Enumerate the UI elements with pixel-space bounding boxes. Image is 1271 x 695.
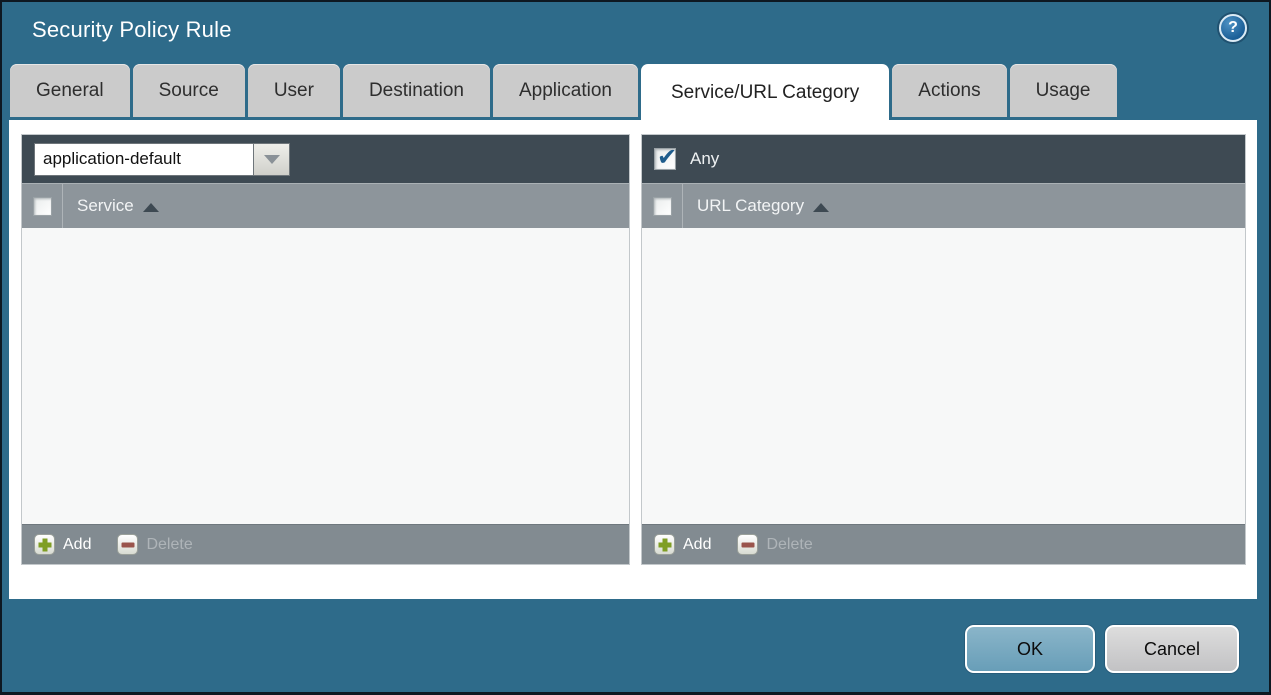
tab-bar: General Source User Destination Application S… [10, 64, 1269, 121]
url-category-delete-button[interactable]: Delete [737, 534, 813, 555]
tab-actions[interactable]: Actions [892, 64, 1007, 117]
service-panel-topbar: application-default [22, 135, 629, 183]
service-delete-label: Delete [146, 535, 193, 553]
dialog-content: application-default Service Add Delete ✔… [9, 120, 1257, 599]
url-category-add-button[interactable]: Add [654, 534, 711, 555]
tab-usage[interactable]: Usage [1009, 64, 1117, 117]
sort-ascending-icon [142, 202, 159, 212]
tab-application[interactable]: Application [493, 64, 638, 117]
dialog-titlebar: Security Policy Rule ? [2, 2, 1269, 62]
service-type-dropdown[interactable]: application-default [34, 142, 290, 176]
tab-source[interactable]: Source [132, 64, 245, 117]
service-select-all-checkbox[interactable] [32, 196, 52, 216]
service-column-label-text: Service [77, 196, 134, 215]
any-checkbox-label[interactable]: Any [690, 149, 719, 169]
chevron-down-icon [263, 154, 280, 164]
url-category-toolbar: Add Delete [642, 524, 1245, 564]
minus-icon [737, 534, 759, 555]
service-type-dropdown-value[interactable]: application-default [34, 142, 254, 176]
url-category-select-all-cell [642, 184, 683, 228]
help-icon[interactable]: ? [1219, 14, 1247, 42]
service-panel: application-default Service Add Delete [21, 134, 630, 565]
service-delete-button[interactable]: Delete [117, 534, 193, 555]
service-add-button[interactable]: Add [34, 534, 91, 555]
url-category-add-label: Add [683, 535, 712, 553]
service-add-label: Add [63, 535, 92, 553]
service-column-header: Service [22, 183, 629, 228]
dialog-title: Security Policy Rule [32, 17, 232, 42]
service-column-label[interactable]: Service [77, 196, 159, 216]
url-category-panel: Any URL Category Add Delete [641, 134, 1246, 565]
service-select-all-cell [22, 184, 63, 228]
url-category-column-label-text: URL Category [697, 196, 805, 215]
sort-ascending-icon [813, 202, 830, 212]
url-category-list-body[interactable] [642, 228, 1245, 524]
url-category-delete-label: Delete [766, 535, 813, 553]
url-category-column-header: URL Category [642, 183, 1245, 228]
minus-icon [117, 534, 139, 555]
service-toolbar: Add Delete [22, 524, 629, 564]
security-policy-rule-dialog: Security Policy Rule ? General Source User… [0, 0, 1271, 695]
plus-icon [34, 534, 55, 555]
url-category-panel-topbar: Any [642, 135, 1245, 183]
service-type-dropdown-button[interactable] [254, 142, 290, 176]
any-checkbox[interactable] [654, 143, 677, 172]
url-category-select-all-checkbox[interactable] [652, 196, 672, 216]
cancel-button[interactable]: Cancel [1105, 625, 1239, 673]
ok-button[interactable]: OK [965, 625, 1095, 673]
tab-destination[interactable]: Destination [342, 64, 490, 117]
plus-icon [654, 534, 675, 555]
url-category-column-label[interactable]: URL Category [697, 196, 830, 216]
service-list-body[interactable] [22, 228, 629, 524]
tab-service-url-category[interactable]: Service/URL Category [640, 64, 890, 121]
tab-general[interactable]: General [10, 64, 130, 117]
tab-user[interactable]: User [247, 64, 340, 117]
